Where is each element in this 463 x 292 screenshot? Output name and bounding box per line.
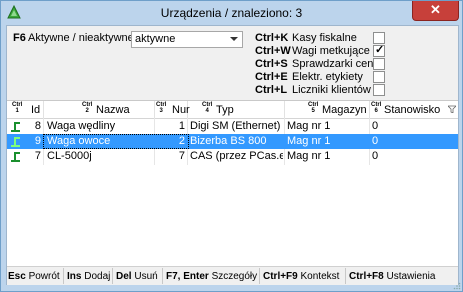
type-label-price-checkers: Sprawdzarki cen (292, 58, 374, 70)
separator (63, 268, 64, 284)
shortcut-f7-details[interactable]: F7, Enter Szczegóły (166, 271, 257, 282)
separator (112, 268, 113, 284)
cell-type: Bizerba BS 800 (190, 135, 267, 147)
scale-device-icon (11, 122, 20, 132)
cell-type: CAS (przez PCas.exe (190, 150, 283, 162)
column-header-id[interactable]: Ctrl 1 Id (7, 101, 44, 118)
shortcut-ctrl-f9-context[interactable]: Ctrl+F9 Kontekst (263, 271, 339, 282)
column-ctrl-hint: Ctrl 3 (156, 102, 167, 114)
shortcut-bar: Esc Powrót Ins Dodaj Del Usuń F7, Enter … (7, 266, 458, 285)
shortcut-ctrl-f8-settings[interactable]: Ctrl+F8 Ustawienia (349, 271, 435, 282)
cell-id: 7 (34, 150, 41, 162)
checkbox-scales[interactable]: ✓ (373, 44, 385, 57)
cell-station: 0 (372, 135, 379, 147)
cell-name: Waga wędliny (47, 120, 116, 132)
cell-station: 0 (372, 150, 379, 162)
active-filter-label: Aktywne / nieaktywne: (28, 32, 137, 44)
column-ctrl-hint: Ctrl 6 (371, 102, 382, 114)
column-header-type[interactable]: Ctrl 4 Typ (188, 101, 285, 118)
cell-id: 9 (34, 135, 41, 147)
table-row-selected[interactable]: 9 Waga owoce 2 Bizerba BS 800 Mag nr 1 0 (7, 134, 458, 149)
shortcut-ctrl-e: Ctrl+E (255, 71, 288, 83)
title-bar[interactable]: Urządzenia / znaleziono: 3 ✕ (1, 1, 462, 25)
shortcut-ctrl-l: Ctrl+L (255, 84, 288, 96)
resize-grip-icon[interactable] (453, 282, 461, 290)
table-row[interactable]: 7 CL-5000j 7 CAS (przez PCas.exe Mag nr … (7, 149, 458, 164)
column-header-warehouse[interactable]: Ctrl 5 Magazyn (285, 101, 370, 118)
cell-name: CL-5000j (47, 150, 92, 162)
window-title: Urządzenia / znaleziono: 3 (160, 6, 303, 20)
cell-id: 8 (34, 120, 41, 132)
scale-device-icon (11, 152, 20, 162)
devices-window: Urządzenia / znaleziono: 3 ✕ F6 Aktywne … (0, 0, 463, 292)
f6-shortcut: F6 (13, 32, 26, 44)
shortcut-ctrl-w: Ctrl+W (255, 45, 291, 57)
active-filter-value: aktywne (135, 33, 176, 45)
checkbox-customer-counters[interactable] (373, 84, 385, 96)
cell-nr: 7 (178, 150, 185, 162)
shortcut-ctrl-s: Ctrl+S (255, 58, 288, 70)
type-label-customer-counters: Liczniki klientów (292, 84, 371, 96)
checkbox-electronic-labels[interactable] (373, 71, 385, 83)
shortcut-ins-add[interactable]: Ins Dodaj (67, 271, 110, 282)
table-header: Ctrl 1 Id Ctrl 2 Nazwa Ctrl 3 Nur Ctrl 4 Typ… (7, 101, 458, 119)
shortcut-del-remove[interactable]: Del Usuń (116, 271, 158, 282)
cell-nr: 2 (178, 135, 185, 147)
column-header-name[interactable]: Ctrl 2 Nazwa (44, 101, 155, 118)
separator (259, 268, 260, 284)
table-row[interactable]: 8 Waga wędliny 1 Digi SM (Ethernet) Mag … (7, 119, 458, 134)
column-ctrl-hint: Ctrl 4 (202, 102, 213, 114)
checkbox-price-checkers[interactable] (373, 58, 385, 70)
column-ctrl-hint: Ctrl 2 (82, 102, 93, 114)
cell-warehouse: Mag nr 1 (287, 135, 331, 147)
cell-warehouse: Mag nr 1 (287, 150, 331, 162)
close-button[interactable]: ✕ (412, 1, 459, 21)
type-label-electronic-labels: Elektr. etykiety (292, 71, 363, 83)
cell-warehouse: Mag nr 1 (287, 120, 331, 132)
devices-table: Ctrl 1 Id Ctrl 2 Nazwa Ctrl 3 Nur Ctrl 4 Typ… (7, 100, 458, 267)
column-ctrl-hint: Ctrl 1 (12, 102, 23, 114)
cell-station: 0 (372, 120, 379, 132)
shortcut-esc-back[interactable]: Esc Powrót (8, 271, 60, 282)
cell-name: Waga owoce (47, 135, 111, 147)
scale-device-icon (11, 137, 20, 147)
column-header-nr[interactable]: Ctrl 3 Nur (155, 101, 190, 118)
chevron-down-icon[interactable] (230, 37, 238, 41)
type-label-cash-registers: Kasy fiskalne (292, 32, 357, 44)
check-icon: ✓ (375, 44, 385, 56)
separator (345, 268, 346, 284)
column-ctrl-hint: Ctrl 5 (308, 102, 319, 114)
type-label-scales: Wagi metkujące (292, 45, 370, 57)
cell-nr: 1 (178, 120, 185, 132)
column-header-station[interactable]: Ctrl 6 Stanowisko (370, 101, 458, 118)
client-area: F6 Aktywne / nieaktywne: aktywne Ctrl+K … (6, 25, 459, 285)
separator (162, 268, 163, 284)
filter-panel: F6 Aktywne / nieaktywne: aktywne Ctrl+K … (7, 26, 458, 100)
cell-type: Digi SM (Ethernet) (190, 120, 281, 132)
filter-sort-icon[interactable] (448, 105, 456, 113)
active-filter-select[interactable]: aktywne (131, 31, 243, 48)
shortcut-ctrl-k: Ctrl+K (255, 32, 289, 44)
